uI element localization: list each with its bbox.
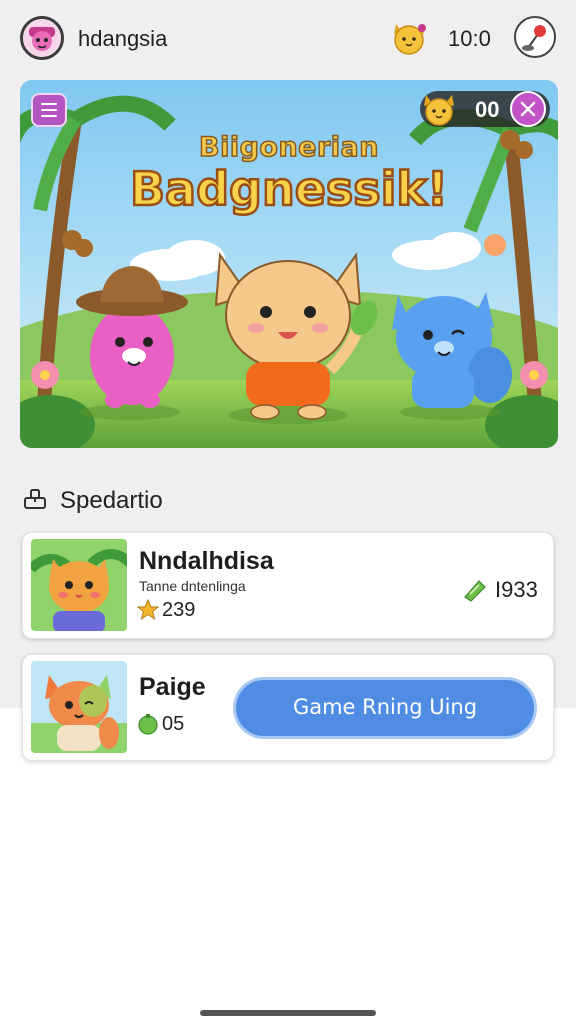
- gem-icon: [464, 580, 486, 602]
- badge-icon: [24, 489, 46, 509]
- score-pill: 00: [420, 91, 550, 127]
- username: hdangsia: [78, 26, 168, 51]
- home-indicator[interactable]: [200, 1010, 376, 1016]
- card-title: Paige: [139, 673, 206, 701]
- game-thumbnail: [31, 661, 127, 753]
- score-value: 00: [475, 97, 500, 122]
- banner-subtitle: Biigonerian: [198, 131, 379, 164]
- time-display: 10:0: [448, 26, 491, 51]
- star-count: 239: [162, 599, 196, 621]
- game-thumbnail: [31, 539, 127, 631]
- green-gem-icon: [138, 714, 158, 735]
- cat-face-icon: [424, 95, 454, 126]
- hamburger-menu-icon: [41, 103, 57, 105]
- banner-title: Badgnessik!: [129, 161, 450, 218]
- section-title: Spedartio: [60, 487, 163, 514]
- card-title: Nndalhdisa: [139, 547, 274, 575]
- star-icon: [137, 599, 159, 621]
- avatar[interactable]: [20, 16, 64, 60]
- game-card[interactable]: Paige 05 Game Rning Uing: [22, 654, 554, 761]
- close-icon: [520, 101, 536, 117]
- top-bar: hdangsia 10:0: [0, 0, 576, 78]
- close-button[interactable]: [510, 91, 546, 127]
- gem-count: I933: [495, 577, 538, 602]
- joystick-icon: [522, 25, 546, 51]
- settings-button[interactable]: [514, 16, 556, 58]
- menu-button[interactable]: [31, 93, 67, 127]
- gem-count: 05: [162, 713, 185, 735]
- game-banner[interactable]: 00 Biigonerian Badgnessik!: [20, 80, 558, 448]
- play-game-button[interactable]: Game Rning Uing: [233, 677, 537, 739]
- avatar-icon: [23, 19, 61, 57]
- card-subtitle: Tanne dntenlinga: [139, 578, 246, 594]
- cat-coin-icon: [394, 24, 426, 55]
- game-card[interactable]: Nndalhdisa Tanne dntenlinga 239 I933: [22, 532, 554, 639]
